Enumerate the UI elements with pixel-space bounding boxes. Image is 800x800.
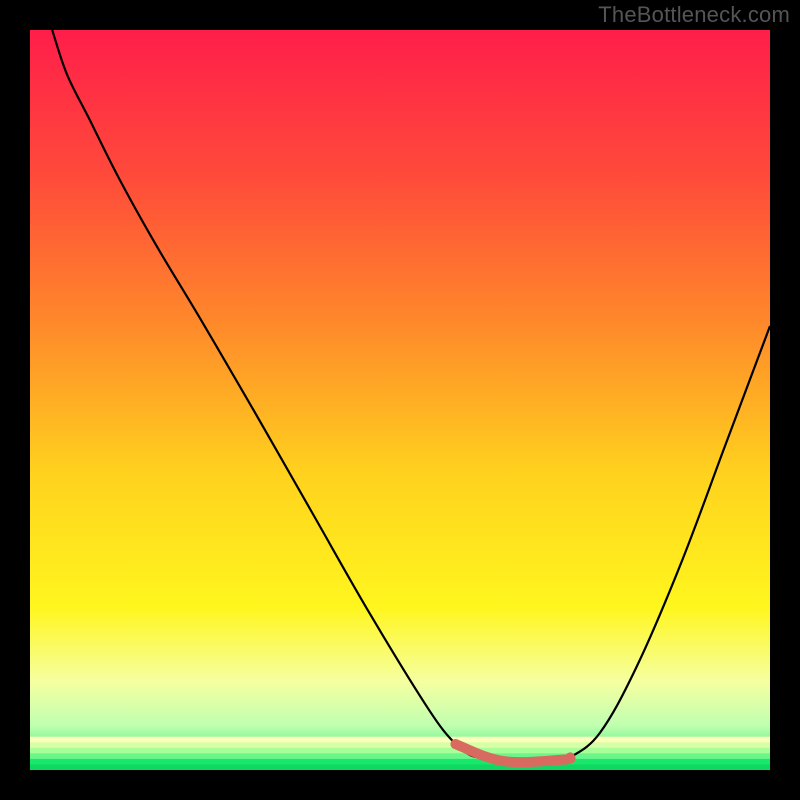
chart-area	[30, 30, 770, 770]
background-gradient	[30, 30, 770, 770]
watermark-text: TheBottleneck.com	[598, 2, 790, 28]
optimal-point-icon	[451, 739, 461, 749]
chart-svg	[30, 30, 770, 770]
bottom-stripes	[30, 737, 770, 770]
